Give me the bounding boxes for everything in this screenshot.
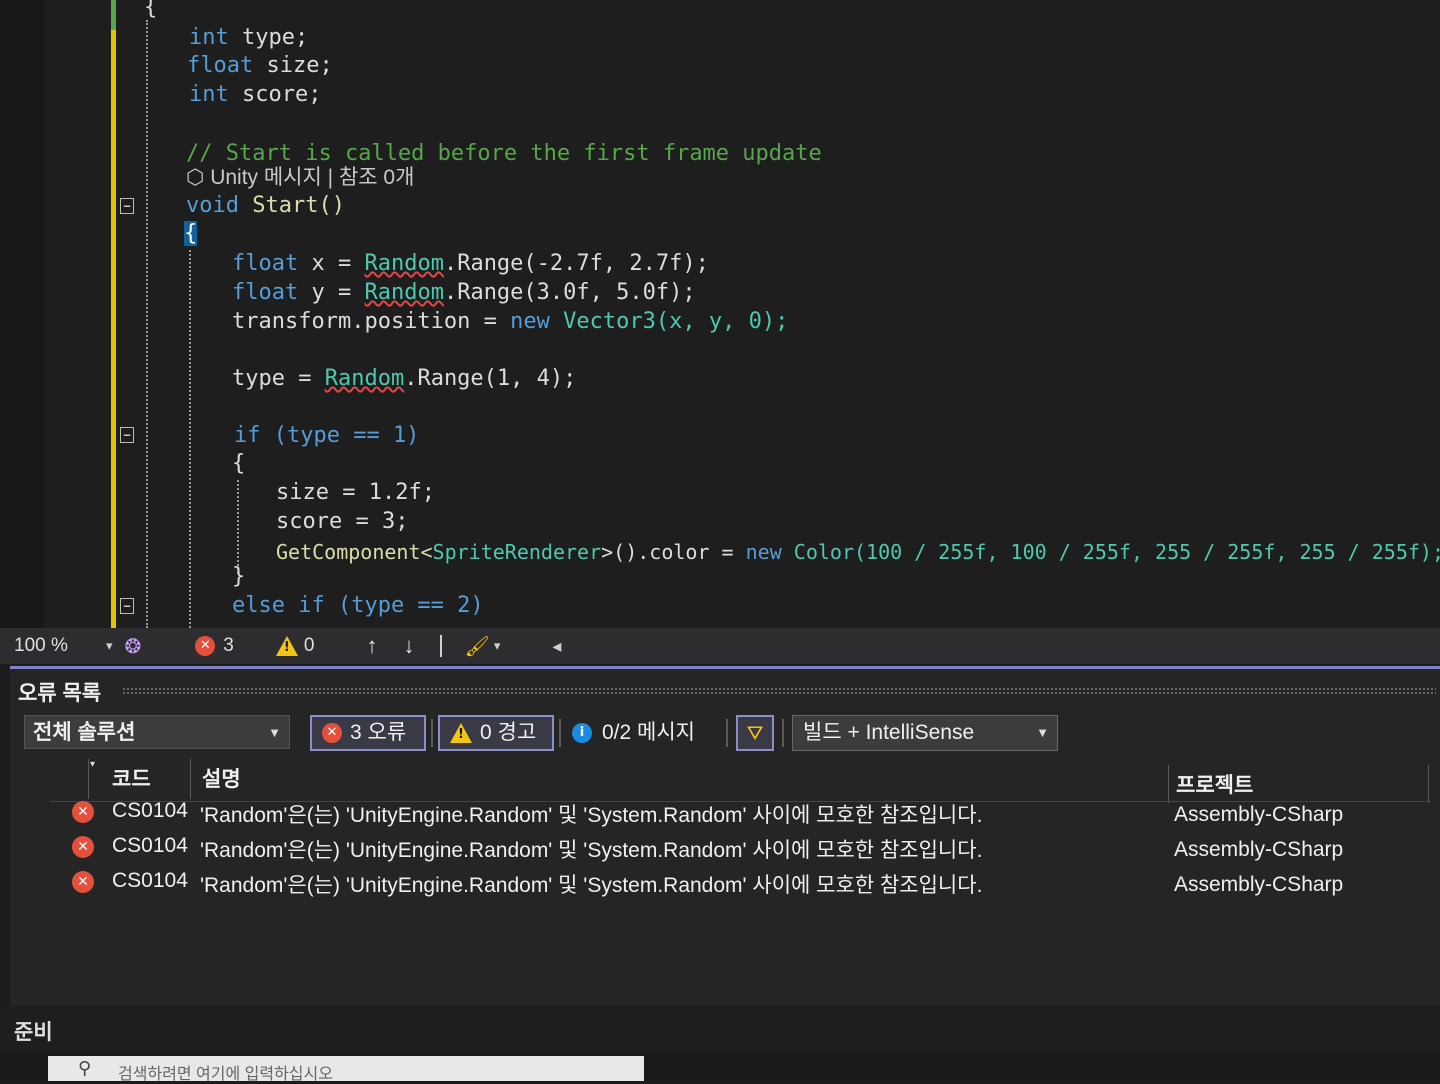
column-divider[interactable] bbox=[88, 759, 89, 799]
error-row[interactable]: ✕ CS0104 'Random'은(는) 'UnityEngine.Rando… bbox=[10, 830, 1440, 864]
code-line: score = 3; bbox=[276, 509, 409, 534]
fold-toggle[interactable] bbox=[120, 427, 134, 443]
divider bbox=[440, 635, 443, 657]
status-text: 준비 bbox=[14, 1021, 53, 1044]
column-header-code[interactable]: 코드 bbox=[112, 763, 151, 793]
code-line: } bbox=[232, 564, 246, 589]
column-divider[interactable] bbox=[190, 759, 191, 799]
zoom-level[interactable]: 100 % bbox=[14, 635, 106, 657]
code-line: if (type == 1) bbox=[234, 423, 420, 448]
code-cleanup-icon[interactable]: 🖌 bbox=[464, 634, 489, 659]
warnings-filter-button[interactable]: 0 경고 bbox=[438, 715, 554, 751]
messages-filter-label: 0/2 메시지 bbox=[602, 721, 695, 744]
build-filter-value: 빌드 + IntelliSense bbox=[803, 721, 975, 744]
divider bbox=[431, 719, 433, 747]
unity-icon: ⬡ bbox=[186, 166, 205, 189]
taskbar: ⚲ 검색하려면 여기에 입력하십시오 bbox=[0, 1052, 1440, 1083]
divider bbox=[726, 719, 728, 747]
fold-toggle[interactable] bbox=[120, 598, 134, 614]
build-filter-dropdown[interactable]: 빌드 + IntelliSense ▼ bbox=[792, 715, 1058, 751]
divider bbox=[559, 719, 561, 747]
warnings-filter-label: 0 경고 bbox=[480, 721, 537, 744]
error-list-toolbar: 전체 솔루션 ▼ ✕ 3 오류 0 경고 i 0/2 메시지 ⛛ 빌드 + In… bbox=[10, 713, 1440, 755]
error-icon: ✕ bbox=[72, 871, 94, 893]
code-line: { bbox=[232, 451, 246, 476]
code-line: { bbox=[144, 0, 158, 20]
code-line: transform.position = new Vector3(x, y, 0… bbox=[232, 309, 789, 334]
saved-change-bar bbox=[111, 0, 116, 30]
search-icon: ⚲ bbox=[78, 1058, 92, 1079]
error-squiggle[interactable]: Random bbox=[364, 280, 443, 305]
code-line: type = Random.Range(1, 4); bbox=[232, 366, 577, 391]
scope-dropdown[interactable]: 전체 솔루션 ▼ bbox=[24, 715, 290, 749]
info-icon: i bbox=[572, 723, 592, 743]
panel-drag-grip[interactable] bbox=[122, 687, 1436, 695]
error-project: Assembly-CSharp bbox=[1174, 838, 1344, 861]
code-line: void Start() bbox=[186, 193, 345, 218]
error-row[interactable]: ✕ CS0104 'Random'은(는) 'UnityEngine.Rando… bbox=[10, 795, 1440, 829]
error-code: CS0104 bbox=[112, 869, 188, 892]
code-line: float y = Random.Range(3.0f, 5.0f); bbox=[232, 280, 696, 305]
error-description: 'Random'은(는) 'UnityEngine.Random' 및 'Sys… bbox=[200, 804, 983, 827]
error-icon: ✕ bbox=[72, 801, 94, 823]
scope-value: 전체 솔루션 bbox=[33, 721, 136, 744]
codelens[interactable]: ⬡ Unity 메시지 | 참조 0개 bbox=[186, 164, 414, 192]
warning-icon bbox=[450, 723, 472, 743]
chevron-down-icon: ▼ bbox=[268, 725, 281, 740]
scroll-left-icon[interactable]: ◂ bbox=[552, 636, 561, 657]
fold-toggle[interactable] bbox=[120, 198, 134, 214]
sort-indicator-icon: ▾ bbox=[90, 759, 96, 770]
error-icon[interactable]: ✕ bbox=[195, 636, 216, 656]
messages-filter-button[interactable]: i 0/2 메시지 bbox=[572, 715, 695, 751]
next-issue-button[interactable]: ↓ bbox=[403, 633, 414, 659]
change-tracking-bar bbox=[111, 0, 116, 628]
error-squiggle[interactable]: Random bbox=[325, 366, 404, 391]
chevron-down-icon[interactable]: ▾ bbox=[494, 638, 501, 654]
filter-funnel-icon[interactable]: ⛛ bbox=[736, 715, 774, 751]
health-icon[interactable]: ❂ bbox=[125, 634, 142, 659]
error-code: CS0104 bbox=[112, 799, 188, 822]
error-count[interactable]: 3 bbox=[223, 635, 234, 657]
error-squiggle[interactable]: Random bbox=[364, 251, 443, 276]
editor-status-strip: 100 % ▾ ❂ ✕ 3 0 ↑ ↓ 🖌 ▾ ◂ bbox=[0, 628, 1440, 664]
code-line: else if (type == 2) bbox=[232, 593, 484, 618]
error-description: 'Random'은(는) 'UnityEngine.Random' 및 'Sys… bbox=[200, 839, 983, 862]
code-line: float size; bbox=[187, 53, 333, 78]
errors-filter-button[interactable]: ✕ 3 오류 bbox=[310, 715, 426, 751]
error-project: Assembly-CSharp bbox=[1174, 803, 1344, 826]
code-line: float x = Random.Range(-2.7f, 2.7f); bbox=[232, 251, 709, 276]
error-icon: ✕ bbox=[72, 836, 94, 858]
editor-margin bbox=[0, 0, 44, 628]
code-editor[interactable]: { int type; float size; int score; // St… bbox=[0, 0, 1440, 628]
search-placeholder: 검색하려면 여기에 입력하십시오 bbox=[118, 1066, 333, 1083]
error-description: 'Random'은(는) 'UnityEngine.Random' 및 'Sys… bbox=[200, 874, 983, 897]
warning-count[interactable]: 0 bbox=[304, 635, 315, 657]
indent-guide bbox=[189, 250, 191, 628]
error-icon: ✕ bbox=[322, 723, 342, 743]
divider bbox=[782, 719, 784, 747]
indent-guide bbox=[237, 480, 239, 574]
chevron-down-icon[interactable]: ▾ bbox=[106, 638, 113, 654]
column-header-description[interactable]: 설명 bbox=[202, 763, 241, 793]
errors-filter-label: 3 오류 bbox=[350, 721, 407, 744]
app-status-bar: 준비 bbox=[0, 1006, 1440, 1052]
panel-title: 오류 목록 bbox=[18, 682, 102, 705]
error-code: CS0104 bbox=[112, 834, 188, 857]
previous-issue-button[interactable]: ↑ bbox=[366, 633, 377, 659]
code-line: { bbox=[184, 221, 198, 246]
chevron-down-icon: ▼ bbox=[1036, 725, 1049, 740]
code-line: size = 1.2f; bbox=[276, 480, 435, 505]
code-line: GetComponent<SpriteRenderer>().color = n… bbox=[276, 540, 1440, 564]
code-line: int score; bbox=[189, 82, 322, 107]
code-line: int type; bbox=[189, 25, 309, 50]
error-project: Assembly-CSharp bbox=[1174, 873, 1344, 896]
error-row[interactable]: ✕ CS0104 'Random'은(는) 'UnityEngine.Rando… bbox=[10, 865, 1440, 899]
error-list-panel: 오류 목록 전체 솔루션 ▼ ✕ 3 오류 0 경고 i 0/2 메시지 ⛛ 빌… bbox=[10, 666, 1440, 1006]
indent-guide bbox=[146, 20, 148, 628]
warning-icon[interactable] bbox=[275, 636, 298, 656]
taskbar-search-box[interactable]: ⚲ 검색하려면 여기에 입력하십시오 bbox=[48, 1056, 644, 1083]
